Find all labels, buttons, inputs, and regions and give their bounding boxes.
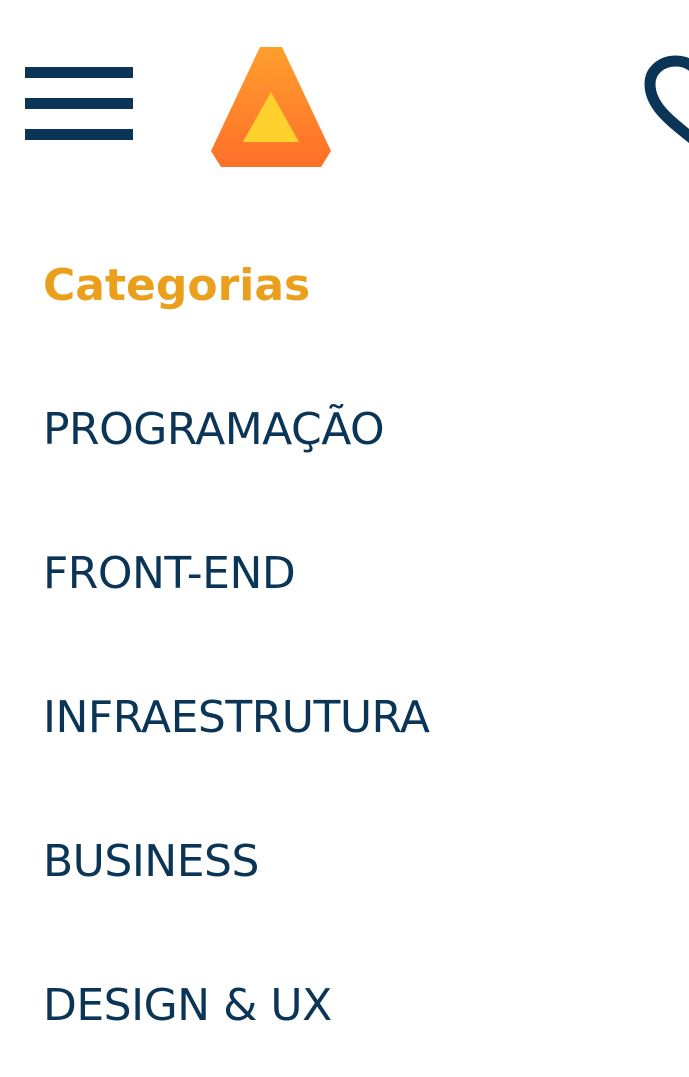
heart-icon[interactable] (642, 52, 689, 152)
hamburger-bar (25, 129, 133, 140)
category-link-business[interactable]: BUSINESS (43, 834, 259, 890)
category-link-programacao[interactable]: PROGRAMAÇÃO (43, 402, 385, 458)
category-link-front-end[interactable]: FRONT-END (43, 546, 296, 602)
hamburger-bar (25, 98, 133, 109)
triangle-logo-icon[interactable] (210, 46, 332, 168)
category-link-infraestrutura[interactable]: INFRAESTRUTURA (43, 690, 430, 746)
category-link-design-ux[interactable]: DESIGN & UX (43, 978, 332, 1034)
menu-heading: Categorias (43, 260, 311, 311)
hamburger-menu-icon[interactable] (25, 67, 133, 141)
hamburger-bar (25, 67, 133, 78)
header (0, 0, 689, 200)
heart-svg (644, 55, 689, 144)
logo-svg (211, 47, 331, 167)
